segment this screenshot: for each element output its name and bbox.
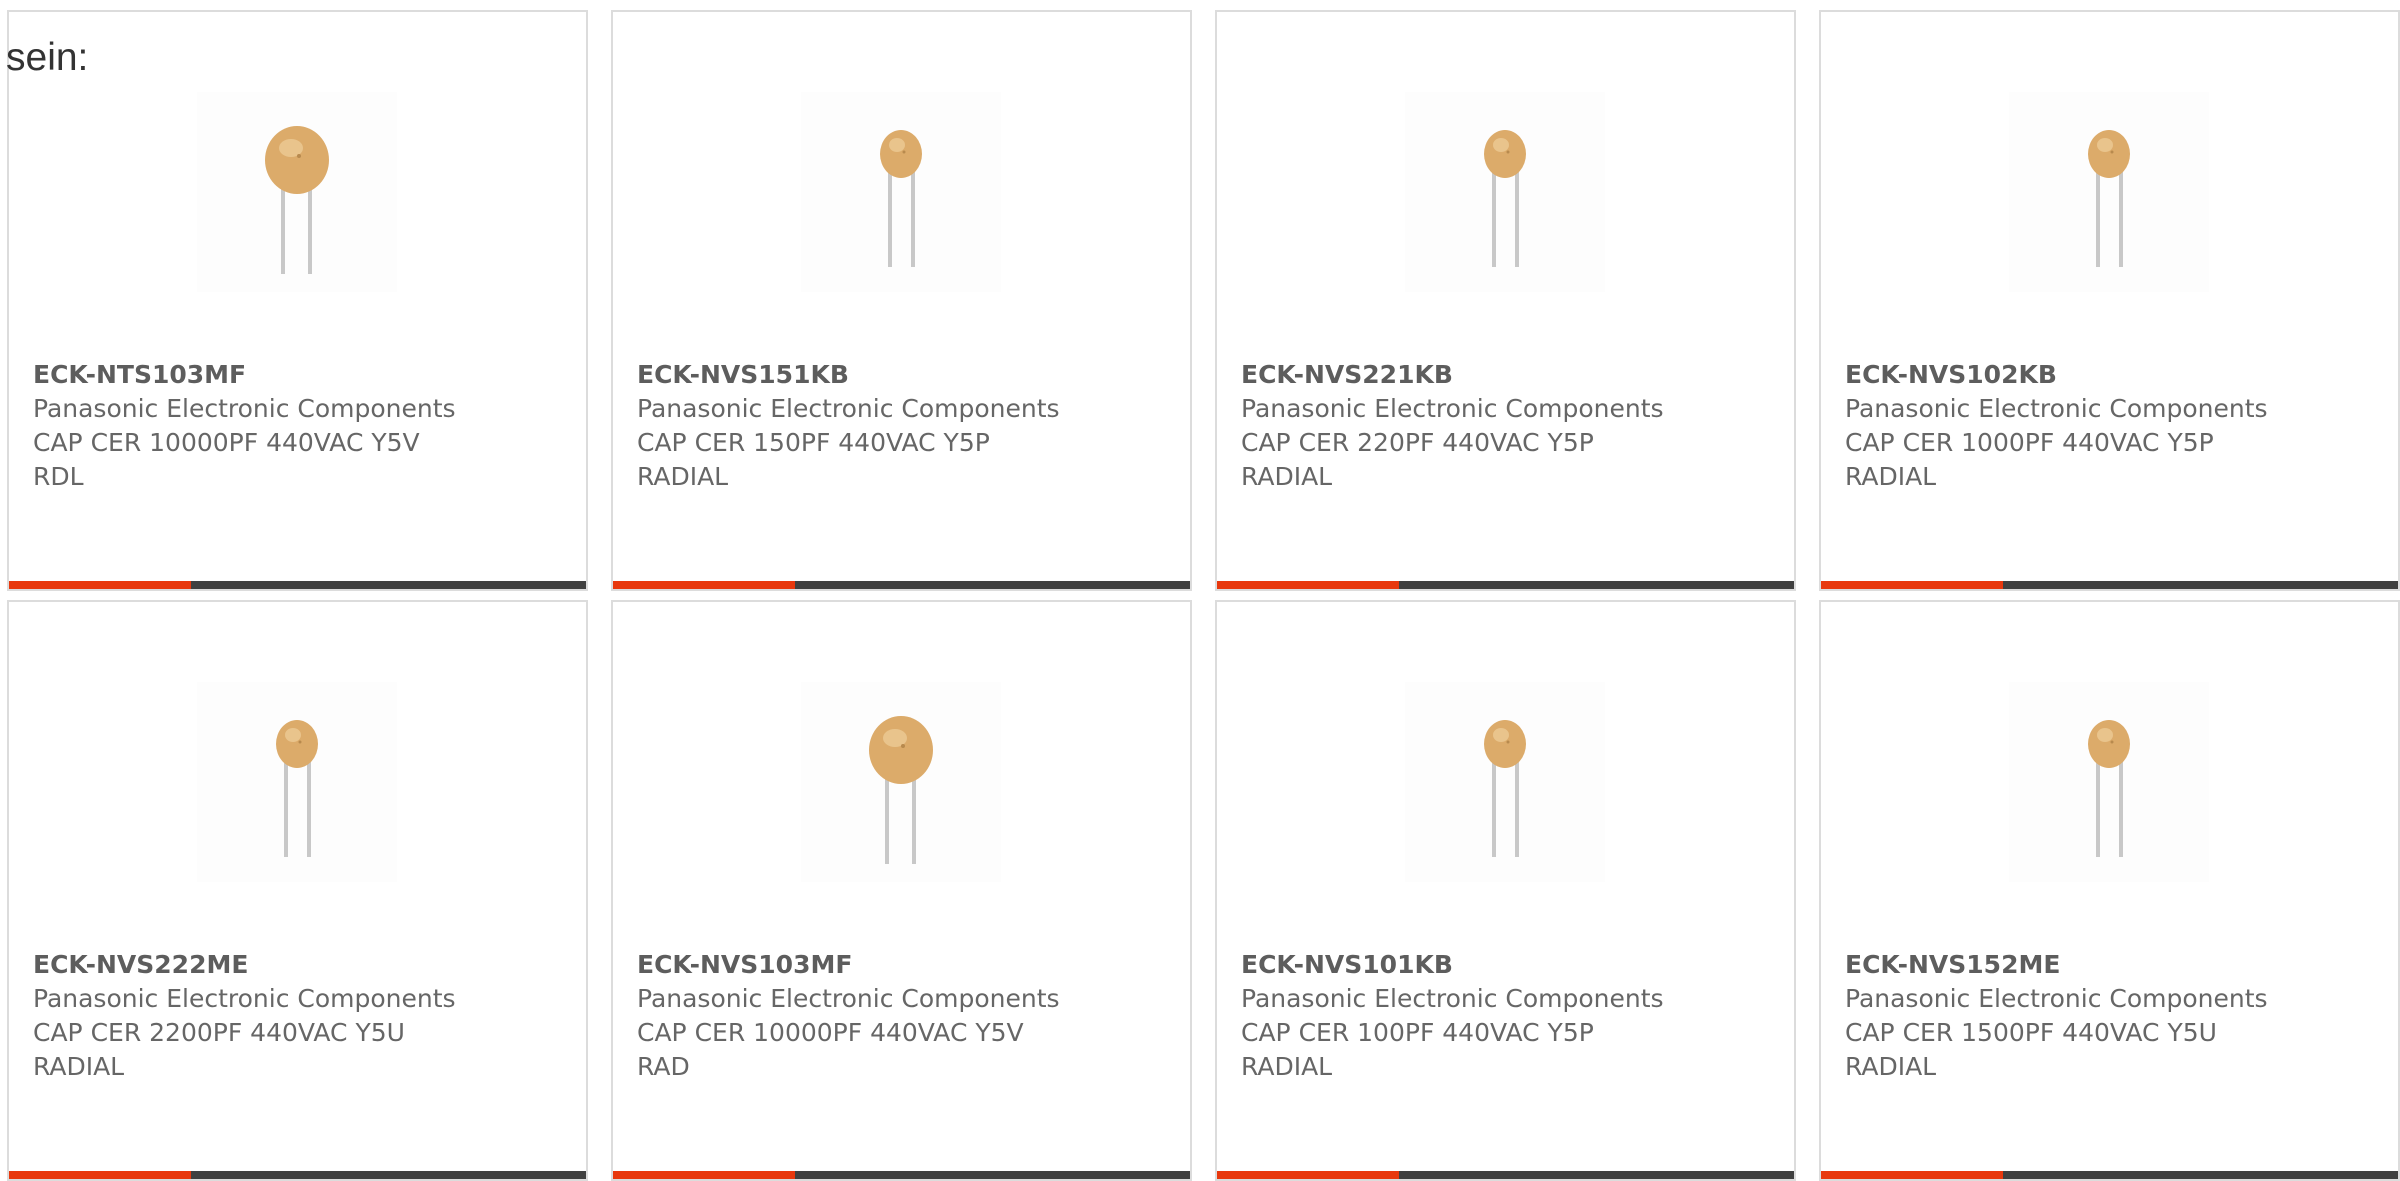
- manufacturer: Panasonic Electronic Components: [1241, 394, 1664, 423]
- card-bottom-bar: [613, 581, 1190, 589]
- product-card[interactable]: ECK-NVS151KB Panasonic Electronic Compon…: [611, 10, 1192, 591]
- part-number[interactable]: ECK-NVS102KB: [1845, 358, 2374, 392]
- capacitor-image-icon[interactable]: [197, 92, 397, 292]
- card-bottom-bar: [1217, 581, 1794, 589]
- description: CAP CER 1000PF 440VAC Y5P RADIAL: [1845, 428, 2214, 491]
- description: CAP CER 2200PF 440VAC Y5U RADIAL: [33, 1018, 405, 1081]
- description: CAP CER 1500PF 440VAC Y5U RADIAL: [1845, 1018, 2217, 1081]
- part-number[interactable]: ECK-NVS152ME: [1845, 948, 2374, 982]
- capacitor-image-icon[interactable]: [1405, 92, 1605, 292]
- product-card[interactable]: ECK-NTS103MF Panasonic Electronic Compon…: [7, 10, 588, 591]
- description: CAP CER 100PF 440VAC Y5P RADIAL: [1241, 1018, 1594, 1081]
- capacitor-image-icon[interactable]: [2009, 92, 2209, 292]
- manufacturer: Panasonic Electronic Components: [637, 394, 1060, 423]
- capacitor-image-icon[interactable]: [1405, 682, 1605, 882]
- card-bottom-bar: [1217, 1171, 1794, 1179]
- product-card[interactable]: ECK-NVS102KB Panasonic Electronic Compon…: [1819, 10, 2400, 591]
- capacitor-image-icon[interactable]: [801, 92, 1001, 292]
- intro-text: sein:: [6, 36, 89, 79]
- card-bottom-bar: [1821, 1171, 2398, 1179]
- card-bottom-bar: [613, 1171, 1190, 1179]
- part-number[interactable]: ECK-NTS103MF: [33, 358, 562, 392]
- description: CAP CER 10000PF 440VAC Y5V RAD: [637, 1018, 1024, 1081]
- manufacturer: Panasonic Electronic Components: [1845, 984, 2268, 1013]
- product-card[interactable]: ECK-NVS101KB Panasonic Electronic Compon…: [1215, 600, 1796, 1181]
- part-number[interactable]: ECK-NVS222ME: [33, 948, 562, 982]
- product-card[interactable]: ECK-NVS103MF Panasonic Electronic Compon…: [611, 600, 1192, 1181]
- manufacturer: Panasonic Electronic Components: [33, 394, 456, 423]
- description: CAP CER 220PF 440VAC Y5P RADIAL: [1241, 428, 1594, 491]
- capacitor-image-icon[interactable]: [2009, 682, 2209, 882]
- description: CAP CER 10000PF 440VAC Y5V RDL: [33, 428, 420, 491]
- part-number[interactable]: ECK-NVS221KB: [1241, 358, 1770, 392]
- manufacturer: Panasonic Electronic Components: [637, 984, 1060, 1013]
- card-bottom-bar: [9, 1171, 586, 1179]
- manufacturer: Panasonic Electronic Components: [1241, 984, 1664, 1013]
- card-bottom-bar: [1821, 581, 2398, 589]
- description: CAP CER 150PF 440VAC Y5P RADIAL: [637, 428, 990, 491]
- product-card[interactable]: ECK-NVS152ME Panasonic Electronic Compon…: [1819, 600, 2400, 1181]
- part-number[interactable]: ECK-NVS101KB: [1241, 948, 1770, 982]
- manufacturer: Panasonic Electronic Components: [33, 984, 456, 1013]
- capacitor-image-icon[interactable]: [801, 682, 1001, 882]
- product-card[interactable]: ECK-NVS221KB Panasonic Electronic Compon…: [1215, 10, 1796, 591]
- card-bottom-bar: [9, 581, 586, 589]
- manufacturer: Panasonic Electronic Components: [1845, 394, 2268, 423]
- part-number[interactable]: ECK-NVS103MF: [637, 948, 1166, 982]
- product-card[interactable]: ECK-NVS222ME Panasonic Electronic Compon…: [7, 600, 588, 1181]
- part-number[interactable]: ECK-NVS151KB: [637, 358, 1166, 392]
- capacitor-image-icon[interactable]: [197, 682, 397, 882]
